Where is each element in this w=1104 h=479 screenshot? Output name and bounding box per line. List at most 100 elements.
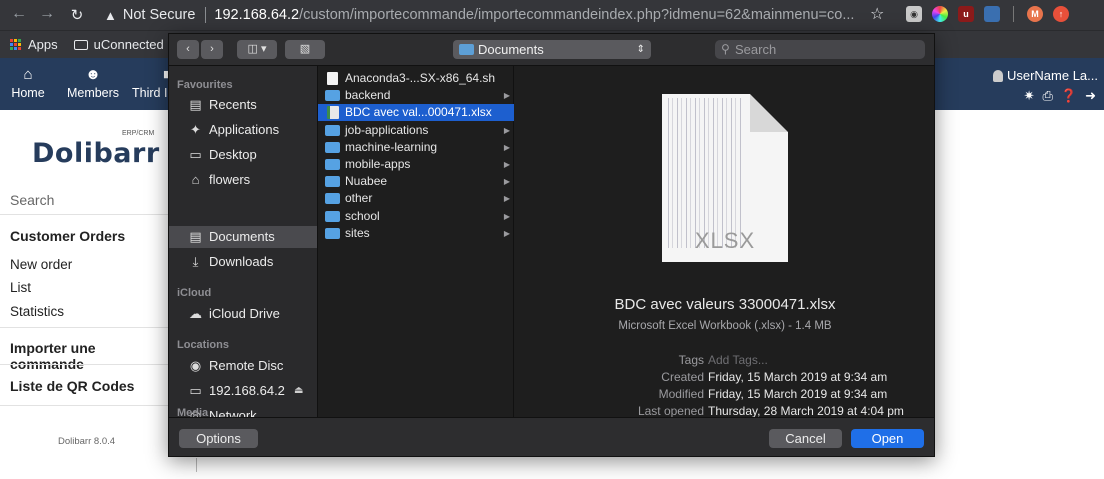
shield-extension-icon[interactable]: ◉ bbox=[906, 6, 922, 22]
eject-icon[interactable]: ⏏ bbox=[294, 380, 303, 402]
menu-customer-orders[interactable]: Customer Orders bbox=[10, 228, 125, 244]
screen-extension-icon[interactable] bbox=[984, 6, 1000, 22]
dialog-footer: Options Cancel Open bbox=[169, 417, 934, 456]
open-button[interactable]: Open bbox=[851, 429, 924, 448]
file-name: other bbox=[345, 191, 373, 206]
sidebar-item-server[interactable]: ▭ 192.168.64.2 ⏏ bbox=[169, 380, 317, 402]
sidebar-item-downloads[interactable]: ⤓ Downloads bbox=[169, 251, 317, 273]
folder-icon bbox=[325, 193, 340, 205]
options-button[interactable]: Options bbox=[179, 429, 258, 448]
folder-row[interactable]: school ▶ bbox=[318, 208, 514, 225]
home-icon: ⌂ bbox=[23, 66, 33, 83]
folder-icon bbox=[325, 210, 340, 222]
dolibarr-left-menu: Dolibarr ERP/CRM Search Customer Orders … bbox=[0, 110, 168, 479]
sidebar-label: Applications bbox=[209, 122, 280, 137]
bookmark-label: uConnected bbox=[93, 37, 164, 52]
folder-row[interactable]: machine-learning ▶ bbox=[318, 139, 514, 156]
menu-import-order[interactable]: Importer une commande bbox=[10, 340, 168, 372]
menu-statistics[interactable]: Statistics bbox=[10, 304, 64, 319]
reload-icon[interactable]: ↻ bbox=[64, 6, 90, 24]
bookmark-label: Apps bbox=[28, 37, 58, 52]
downloads-icon: ⤓ bbox=[192, 254, 199, 269]
view-mode-button[interactable]: ◫ ▾ bbox=[237, 40, 277, 59]
topnav-home[interactable]: ⌂ Home bbox=[10, 64, 46, 100]
topnav-members[interactable]: ☻ Members bbox=[64, 64, 122, 100]
sidebar-item-applications[interactable]: ✦ Applications bbox=[169, 119, 317, 141]
color-wheel-extension-icon[interactable] bbox=[932, 6, 948, 22]
sidebar-item-recents[interactable]: ▤ Recents bbox=[169, 94, 317, 116]
file-row[interactable]: BDC avec val...000471.xlsx bbox=[318, 104, 514, 122]
sidebar-item-remote-disc[interactable]: ◉ Remote Disc bbox=[169, 355, 317, 377]
topnav-thirdparties[interactable]: ■ Third I bbox=[132, 64, 172, 100]
update-icon[interactable]: ↑ bbox=[1053, 6, 1069, 22]
folder-row[interactable]: job-applications ▶ bbox=[318, 122, 514, 139]
sidebar-item-home[interactable]: ⌂ flowers bbox=[169, 169, 317, 191]
add-tags-field[interactable]: Add Tags... bbox=[708, 353, 768, 367]
profile-avatar[interactable]: M bbox=[1027, 6, 1043, 22]
location-popup[interactable]: Documents ⇕ bbox=[453, 40, 651, 59]
folder-row[interactable]: sites ▶ bbox=[318, 225, 514, 242]
back-button[interactable]: ‹ bbox=[177, 40, 199, 59]
forward-icon[interactable]: → bbox=[34, 5, 60, 23]
preview-kind: Microsoft Excel Workbook (.xlsx) - 1.4 M… bbox=[618, 320, 832, 332]
sidebar-item-desktop[interactable]: ▭ Desktop bbox=[169, 144, 317, 166]
desktop-icon: ▭ bbox=[189, 147, 202, 162]
logout-icon[interactable]: ➜ bbox=[1085, 88, 1096, 104]
file-open-dialog: ‹ › ◫ ▾ ▧ Documents ⇕ ⚲ Search Favourite… bbox=[168, 33, 935, 457]
sidebar-item-icloud-drive[interactable]: ☁ iCloud Drive bbox=[169, 303, 317, 325]
search-input[interactable]: ⚲ Search bbox=[715, 40, 925, 59]
folder-row[interactable]: Nuabee ▶ bbox=[318, 173, 514, 190]
divider bbox=[0, 327, 168, 328]
file-row[interactable]: Anaconda3-...SX-x86_64.sh bbox=[318, 70, 514, 87]
forward-button[interactable]: › bbox=[201, 40, 223, 59]
search-label[interactable]: Search bbox=[10, 192, 54, 208]
cancel-button[interactable]: Cancel bbox=[769, 429, 842, 448]
disclosure-arrow-icon: ▶ bbox=[503, 177, 510, 187]
bookmark-apps[interactable]: Apps bbox=[10, 37, 58, 52]
new-folder-button[interactable]: ▧ bbox=[285, 40, 325, 59]
topnav-label: Third I bbox=[132, 86, 168, 100]
folder-icon: ▧ bbox=[299, 43, 311, 55]
menu-list[interactable]: List bbox=[10, 280, 31, 295]
xlsx-document-icon: XLSX bbox=[662, 94, 788, 262]
menu-qr-codes[interactable]: Liste de QR Codes bbox=[10, 378, 134, 394]
search-icon: ⚲ bbox=[721, 42, 730, 56]
print-icon[interactable]: ⎙ bbox=[1043, 88, 1053, 104]
bookmark-star-icon[interactable]: ☆ bbox=[870, 4, 884, 24]
folder-row[interactable]: backend ▶ bbox=[318, 87, 514, 104]
folder-icon bbox=[73, 39, 88, 50]
folder-icon bbox=[325, 227, 340, 239]
folder-row[interactable]: other ▶ bbox=[318, 190, 514, 207]
topnav-label: Members bbox=[66, 86, 120, 100]
recents-icon: ▤ bbox=[189, 97, 202, 112]
file-name: sites bbox=[345, 225, 370, 240]
sidebar-item-documents[interactable]: ▤ Documents bbox=[169, 226, 317, 248]
folder-icon bbox=[325, 176, 340, 188]
menu-new-order[interactable]: New order bbox=[10, 257, 72, 272]
divider bbox=[0, 405, 168, 406]
ublock-extension-icon[interactable]: u bbox=[958, 6, 974, 22]
file-name: machine-learning bbox=[345, 139, 438, 154]
extension-icons: ◉ u M ↑ bbox=[906, 6, 1069, 22]
disc-icon: ◉ bbox=[189, 358, 202, 373]
page-fold bbox=[750, 94, 788, 132]
section-locations: Locations bbox=[177, 339, 229, 351]
chevron-right-icon: › bbox=[210, 43, 214, 55]
bookmark-uconnected[interactable]: uConnected bbox=[73, 37, 164, 52]
disclosure-arrow-icon: ▶ bbox=[503, 142, 510, 152]
dialog-toolbar: ‹ › ◫ ▾ ▧ Documents ⇕ ⚲ Search bbox=[169, 34, 934, 66]
meta-key: Created bbox=[661, 370, 704, 384]
file-name: mobile-apps bbox=[345, 157, 411, 171]
sidebar-label: Downloads bbox=[209, 254, 274, 269]
help-icon[interactable]: ❓ bbox=[1061, 88, 1077, 104]
back-icon[interactable]: ← bbox=[6, 5, 32, 23]
folder-row[interactable]: mobile-apps ▶ bbox=[318, 156, 514, 173]
documents-folder-icon bbox=[459, 44, 474, 55]
address-bar[interactable]: ▲ Not Secure 192.168.64.2 /custom/import… bbox=[104, 3, 854, 27]
bug-icon[interactable]: ✷ bbox=[1024, 88, 1035, 104]
dolibarr-logo[interactable]: Dolibarr bbox=[32, 138, 160, 169]
thirdparty-icon: ■ bbox=[132, 64, 172, 86]
user-menu[interactable]: UserName La... bbox=[992, 68, 1098, 83]
user-tools: ✷ ⎙ ❓ ➜ bbox=[1024, 88, 1096, 104]
search-placeholder: Search bbox=[735, 42, 777, 57]
